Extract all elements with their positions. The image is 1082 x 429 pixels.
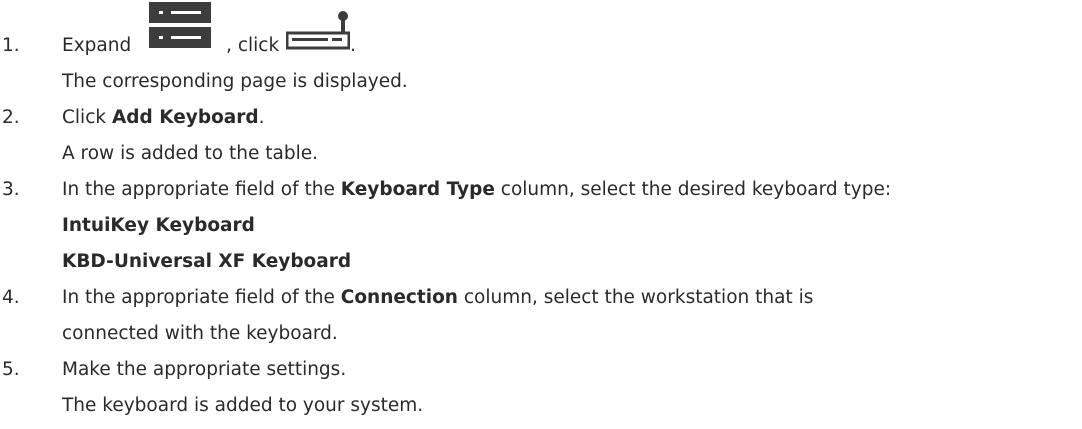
step-4-continuation: connected with the keyboard.: [62, 323, 338, 344]
step-2-text-period: .: [258, 107, 265, 128]
step-4-text-a: In the appropriate field of the: [62, 287, 341, 308]
step-1-instruction: Expand , click .: [62, 35, 356, 57]
step-5-result: The keyboard is added to your system.: [62, 395, 424, 416]
step-4-number: 4.: [2, 287, 20, 308]
step-1-text-period: .: [350, 35, 356, 56]
step-2-text-click: Click: [62, 107, 112, 128]
step-3-text-a: In the appropriate field of the: [62, 179, 341, 200]
step-4-instruction: In the appropriate field of the Connecti…: [62, 287, 813, 309]
step-2-number: 2.: [2, 107, 20, 128]
keyboard-option-intuikey: IntuiKey Keyboard: [62, 215, 255, 236]
step-2-instruction: Click Add Keyboard.: [62, 107, 265, 129]
step-5-instruction: Make the appropriate settings.: [62, 359, 347, 380]
step-1-text-expand: Expand: [62, 35, 138, 56]
step-5-number: 5.: [2, 359, 20, 380]
keyboard-option-kbd-universal: KBD-Universal XF Keyboard: [62, 251, 352, 272]
keyboard-type-label: Keyboard Type: [340, 179, 495, 200]
step-3-number: 3.: [2, 179, 20, 200]
add-keyboard-label: Add Keyboard: [111, 107, 259, 128]
step-1-result: The corresponding page is displayed.: [62, 71, 408, 92]
step-3-instruction: In the appropriate field of the Keyboard…: [62, 179, 891, 201]
step-2-result: A row is added to the table.: [62, 143, 318, 164]
step-4-text-b: column, select the workstation that is: [457, 287, 814, 308]
procedure-document: 1. Expand , click . The corresponding pa…: [0, 0, 1082, 429]
step-3-text-b: column, select the desired keyboard type…: [494, 179, 892, 200]
connection-label: Connection: [340, 287, 458, 308]
step-1-number: 1.: [2, 35, 20, 56]
step-1-text-click: , click: [226, 35, 286, 56]
